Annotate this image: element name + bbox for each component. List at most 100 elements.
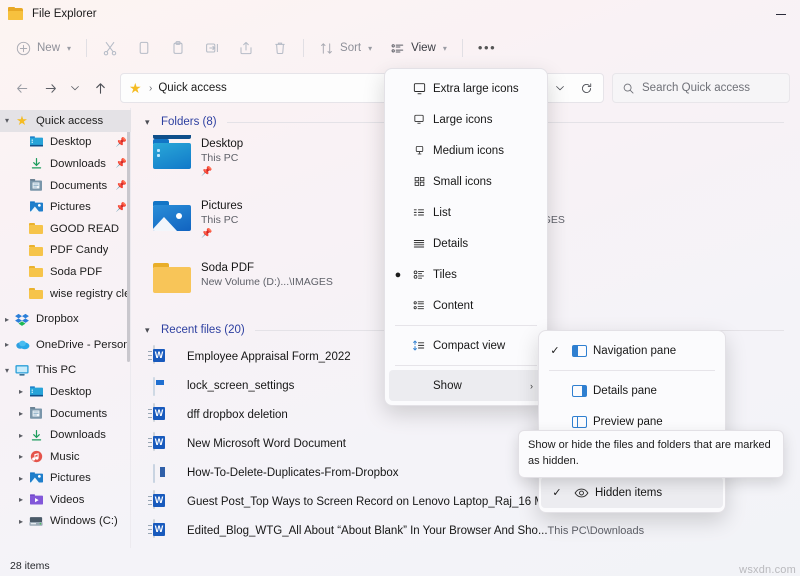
menu-item-details[interactable]: Details: [385, 228, 547, 259]
recent-file-name: Edited_Blog_WTG_All About “About Blank” …: [187, 525, 548, 537]
chevron-right-icon[interactable]: ▸: [14, 409, 28, 418]
sidebar-item-pc-pictures[interactable]: ▸ Pictures: [0, 468, 131, 490]
copy-button[interactable]: [127, 33, 161, 63]
navigation-pane: ▾ ★ Quick access Desktop 📌 Downloads 📌: [0, 108, 131, 548]
folder-item-pictures[interactable]: Pictures This PC 📌: [145, 194, 349, 256]
menu-item-details-pane[interactable]: Details pane: [539, 375, 725, 406]
sidebar-item-good-read[interactable]: GOOD READ: [0, 218, 131, 240]
sidebar-item-label: Downloads: [50, 158, 106, 170]
menu-item-tiles[interactable]: ● Tiles: [385, 259, 547, 290]
chevron-right-icon[interactable]: ▸: [0, 315, 14, 324]
sidebar-item-windows-c[interactable]: ▸ Windows (C:): [0, 511, 131, 533]
menu-item-list[interactable]: List: [385, 197, 547, 228]
sidebar-item-pdf-candy[interactable]: PDF Candy: [0, 240, 131, 262]
address-dropdown-button[interactable]: [547, 75, 573, 101]
sidebar-item-label: PDF Candy: [50, 244, 108, 256]
menu-item-label: Large icons: [431, 114, 492, 126]
rename-button[interactable]: [195, 33, 229, 63]
recent-locations-button[interactable]: [64, 74, 86, 102]
sidebar-item-pc-documents[interactable]: ▸ Documents: [0, 403, 131, 425]
sidebar-item-pc-music[interactable]: ▸ Music: [0, 446, 131, 468]
word-doc-icon: W: [153, 404, 173, 426]
command-bar: New ▾: [0, 28, 800, 68]
recent-file-name: dff dropbox deletion: [187, 409, 288, 421]
sort-button[interactable]: Sort ▾: [310, 33, 381, 63]
sidebar-item-pictures[interactable]: Pictures 📌: [0, 196, 131, 218]
sidebar-item-label: Desktop: [50, 386, 91, 398]
sidebar-item-quick-access[interactable]: ▾ ★ Quick access: [0, 110, 131, 132]
menu-item-navigation-pane[interactable]: ✓ Navigation pane: [539, 335, 725, 366]
chevron-right-icon[interactable]: ▸: [14, 474, 28, 483]
documents-icon: [28, 178, 44, 194]
minimize-button[interactable]: [775, 9, 786, 20]
pin-icon: 📌: [201, 166, 243, 177]
sidebar-item-label: Videos: [50, 494, 84, 506]
hidden-items-icon: [569, 487, 593, 499]
recent-file-row[interactable]: W Edited_Blog_WTG_All About “About Blank…: [145, 516, 800, 545]
folder-name: Desktop: [201, 138, 243, 150]
search-placeholder: Search Quick access: [642, 82, 750, 94]
menu-item-content[interactable]: Content: [385, 290, 547, 321]
menu-item-label: Content: [431, 300, 473, 312]
share-button[interactable]: [229, 33, 263, 63]
chevron-down-icon[interactable]: ▾: [145, 325, 155, 336]
back-button[interactable]: [8, 74, 36, 102]
checkmark-icon: ✓: [545, 486, 569, 499]
sidebar-item-pc-desktop[interactable]: ▸ Desktop: [0, 381, 131, 403]
sidebar-item-soda-pdf[interactable]: Soda PDF: [0, 261, 131, 283]
sidebar-item-this-pc[interactable]: ▾ This PC: [0, 360, 131, 382]
paste-button[interactable]: [161, 33, 195, 63]
chevron-right-icon[interactable]: ▸: [14, 431, 28, 440]
folder-icon: [28, 221, 44, 237]
folder-item-soda-pdf[interactable]: Soda PDF New Volume (D:)...\IMAGES: [145, 256, 349, 318]
sidebar-item-pc-downloads[interactable]: ▸ Downloads: [0, 424, 131, 446]
folder-icon: [153, 263, 191, 295]
chevron-right-icon[interactable]: ▸: [14, 452, 28, 461]
chevron-down-icon[interactable]: ▾: [0, 366, 14, 375]
toolbar-divider: [86, 39, 87, 57]
recent-file-name: Guest Post_Top Ways to Screen Record on …: [187, 496, 559, 508]
chevron-down-icon[interactable]: ▾: [145, 117, 155, 128]
cut-button[interactable]: [93, 33, 127, 63]
view-icon: [390, 41, 405, 56]
chevron-right-icon[interactable]: ▸: [14, 517, 28, 526]
more-options-button[interactable]: •••: [469, 33, 505, 63]
show-submenu: ✓ Navigation pane Details pane Preview p…: [538, 330, 726, 513]
sidebar-item-onedrive[interactable]: ▸ OneDrive - Persona: [0, 334, 131, 356]
menu-item-large-icons[interactable]: Large icons: [385, 104, 547, 135]
chevron-right-icon[interactable]: ▸: [0, 340, 14, 349]
chevron-down-icon[interactable]: ▾: [0, 116, 14, 125]
folder-item-desktop[interactable]: Desktop This PC 📌: [145, 132, 349, 194]
menu-item-hidden-items[interactable]: ✓ Hidden items: [541, 477, 723, 508]
sidebar-item-dropbox[interactable]: ▸ Dropbox: [0, 308, 131, 330]
up-button[interactable]: [86, 74, 114, 102]
forward-button[interactable]: [36, 74, 64, 102]
sidebar-item-label: Desktop: [50, 136, 91, 148]
folder-name: Pictures: [201, 200, 243, 212]
menu-item-compact-view[interactable]: Compact view: [385, 330, 547, 361]
sidebar-item-desktop[interactable]: Desktop 📌: [0, 132, 131, 154]
menu-divider: [395, 325, 537, 326]
view-button[interactable]: View ▾: [381, 33, 456, 63]
search-input[interactable]: Search Quick access: [612, 73, 790, 103]
chevron-right-icon[interactable]: ▸: [14, 495, 28, 504]
refresh-button[interactable]: [573, 75, 599, 101]
menu-item-small-icons[interactable]: Small icons: [385, 166, 547, 197]
sidebar-item-wise-registry-clean[interactable]: wise registry clean: [0, 283, 131, 305]
folder-icon: [28, 242, 44, 258]
delete-button[interactable]: [263, 33, 297, 63]
chevron-down-icon: ▾: [67, 44, 71, 53]
recent-files-group-title: Recent files (20): [161, 324, 245, 336]
watermark: wsxdn.com: [739, 564, 796, 576]
sidebar-item-pc-videos[interactable]: ▸ Videos: [0, 489, 131, 511]
new-button[interactable]: New ▾: [10, 33, 80, 63]
sidebar-item-downloads[interactable]: Downloads 📌: [0, 153, 131, 175]
details-pane-icon: [567, 385, 591, 397]
sidebar-item-documents[interactable]: Documents 📌: [0, 175, 131, 197]
chevron-right-icon[interactable]: ▸: [14, 387, 28, 396]
menu-item-show[interactable]: Show ›: [389, 370, 543, 401]
menu-item-extra-large-icons[interactable]: Extra large icons: [385, 73, 547, 104]
ellipsis-icon: •••: [478, 43, 496, 53]
new-button-label: New: [37, 42, 60, 54]
menu-item-medium-icons[interactable]: Medium icons: [385, 135, 547, 166]
